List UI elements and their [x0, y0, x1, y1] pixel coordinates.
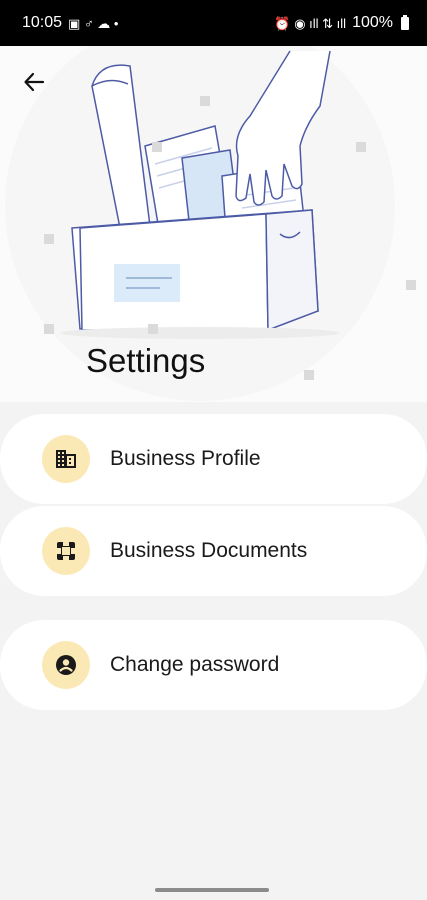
settings-header: Settings	[0, 46, 427, 402]
business-profile-label: Business Profile	[110, 447, 261, 470]
status-bar: 10:05 ▣ ♂ ☁ • ⏰ ◉ ıll ⇅ ıll 100%	[0, 0, 427, 46]
status-left: 10:05 ▣ ♂ ☁ •	[22, 14, 118, 32]
business-profile-icon-circle	[42, 435, 90, 483]
business-documents-item[interactable]: Business Documents	[0, 506, 427, 596]
document-frame-icon	[57, 542, 75, 560]
back-button[interactable]	[18, 66, 50, 98]
change-password-item[interactable]: Change password	[0, 620, 427, 710]
box-documents-illustration	[5, 46, 416, 401]
page-title: Settings	[86, 342, 206, 379]
signal-icons: ⏰ ◉ ıll ⇅ ıll	[274, 15, 347, 31]
business-profile-item[interactable]: Business Profile	[0, 414, 427, 504]
battery-icon	[401, 14, 409, 30]
home-indicator[interactable]	[155, 888, 269, 892]
business-documents-icon-circle	[42, 527, 90, 575]
business-documents-label: Business Documents	[110, 539, 308, 562]
status-right: ⏰ ◉ ıll ⇅ ıll 100%	[274, 14, 409, 32]
change-password-icon-circle	[42, 641, 90, 689]
battery-percent: 100%	[352, 14, 393, 31]
building-icon	[56, 450, 76, 468]
status-time: 10:05	[22, 14, 63, 31]
arrow-back-icon	[24, 72, 45, 92]
change-password-label: Change password	[110, 653, 280, 676]
account-circle-icon	[56, 655, 76, 675]
notification-icons: ▣ ♂ ☁ •	[68, 15, 119, 31]
